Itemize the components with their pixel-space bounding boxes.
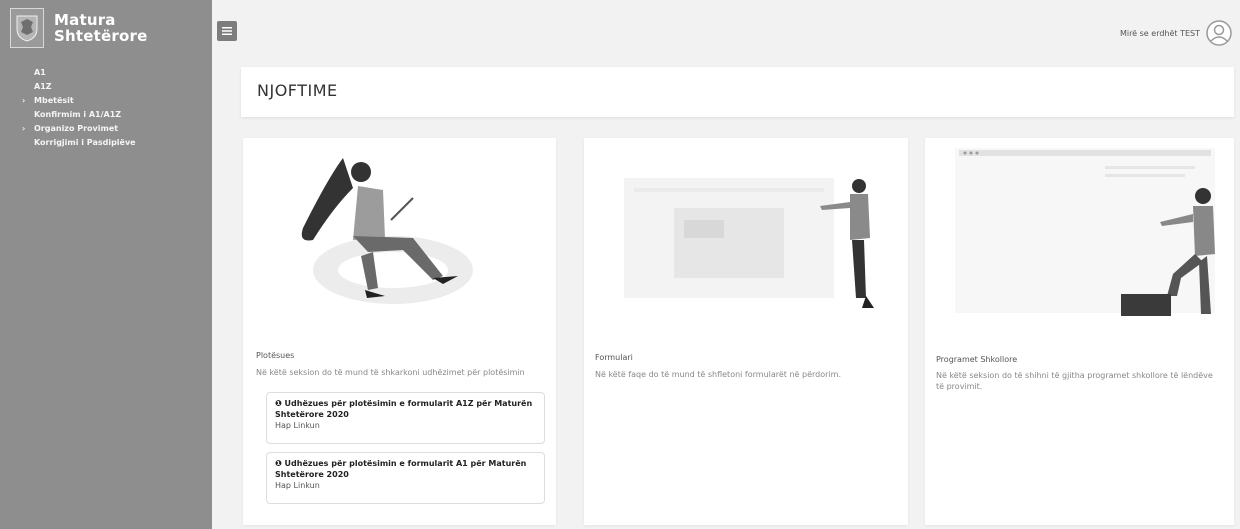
sidebar-item-a1z[interactable]: A1Z [0,80,212,94]
sidebar-item-label: Konfirmim i A1/A1Z [34,110,122,119]
card-label: Formulari [595,353,633,362]
sidebar-item-label: Organizo Provimet [34,124,119,133]
chevron-right-icon: › [22,96,26,105]
sidebar-item-label: A1 [34,68,46,77]
page-header: NJOFTIME [241,67,1234,117]
emblem-icon [10,8,44,48]
sidebar-item-label: Korrigjimi i Pasdiplëve [34,138,136,147]
open-link[interactable]: Hap Linkun [275,421,536,430]
guide-a1z: ❶ Udhëzues për plotësimin e formularit A… [266,392,545,444]
greeting-text: Mirë se erdhët TEST [1119,28,1200,38]
open-link[interactable]: Hap Linkun [275,481,536,490]
card-description: Në këtë seksion do të shihni të gjitha p… [936,371,1213,391]
card-description: Në këtë seksion do të mund të shkarkoni … [256,368,525,377]
brand-line-1: Matura [54,11,116,29]
user-avatar-icon [1206,20,1232,46]
chevron-right-icon: › [22,124,26,133]
guide-a1: ❶ Udhëzues për plotësimin e formularit A… [266,452,545,504]
card-label: Plotësues [256,351,295,360]
brand-line-2: Shtetërore [54,27,148,45]
sidebar-item-organizo-provimet[interactable]: › Organizo Provimet [0,122,212,136]
sidebar-item-a1[interactable]: A1 [0,66,212,80]
sidebar: Matura Shtetërore A1 A1Z › Mbetësit Konfi… [0,0,212,529]
hamburger-icon [222,27,232,35]
page-title: NJOFTIME [257,81,338,100]
man-document-illustration [624,178,874,308]
sidebar-item-label: Mbetësit [34,96,74,105]
sidebar-item-korrigjimi[interactable]: Korrigjimi i Pasdiplëve [0,136,212,150]
guide-title: ❶ Udhëzues për plotësimin e formularit A… [275,399,533,419]
sidebar-nav: A1 A1Z › Mbetësit Konfirmim i A1/A1Z › Org… [0,66,212,150]
woman-laptop-illustration [301,158,473,304]
menu-toggle-button[interactable] [217,21,237,41]
guide-title: ❶ Udhëzues për plotësimin e formularit A… [275,459,527,479]
card-description: Në këtë faqe do të mund të shfletoni for… [595,370,841,379]
sidebar-item-label: A1Z [34,82,52,91]
card-label: Programet Shkollore [936,355,1018,364]
card-plotesues: Plotësues Në këtë seksion do të mund të … [243,138,556,525]
user-menu[interactable]: Mirë se erdhët TEST [1120,20,1232,46]
card-programet: Programet Shkollore Në këtë seksion do t… [925,138,1234,525]
man-presenting-illustration [955,148,1215,316]
card-formulari: Formulari Në këtë faqe do të mund të shf… [584,138,908,525]
sidebar-item-mbetesit[interactable]: › Mbetësit [0,94,212,108]
brand[interactable]: Matura Shtetërore [0,0,212,56]
sidebar-item-konfirmim[interactable]: Konfirmim i A1/A1Z [0,108,212,122]
